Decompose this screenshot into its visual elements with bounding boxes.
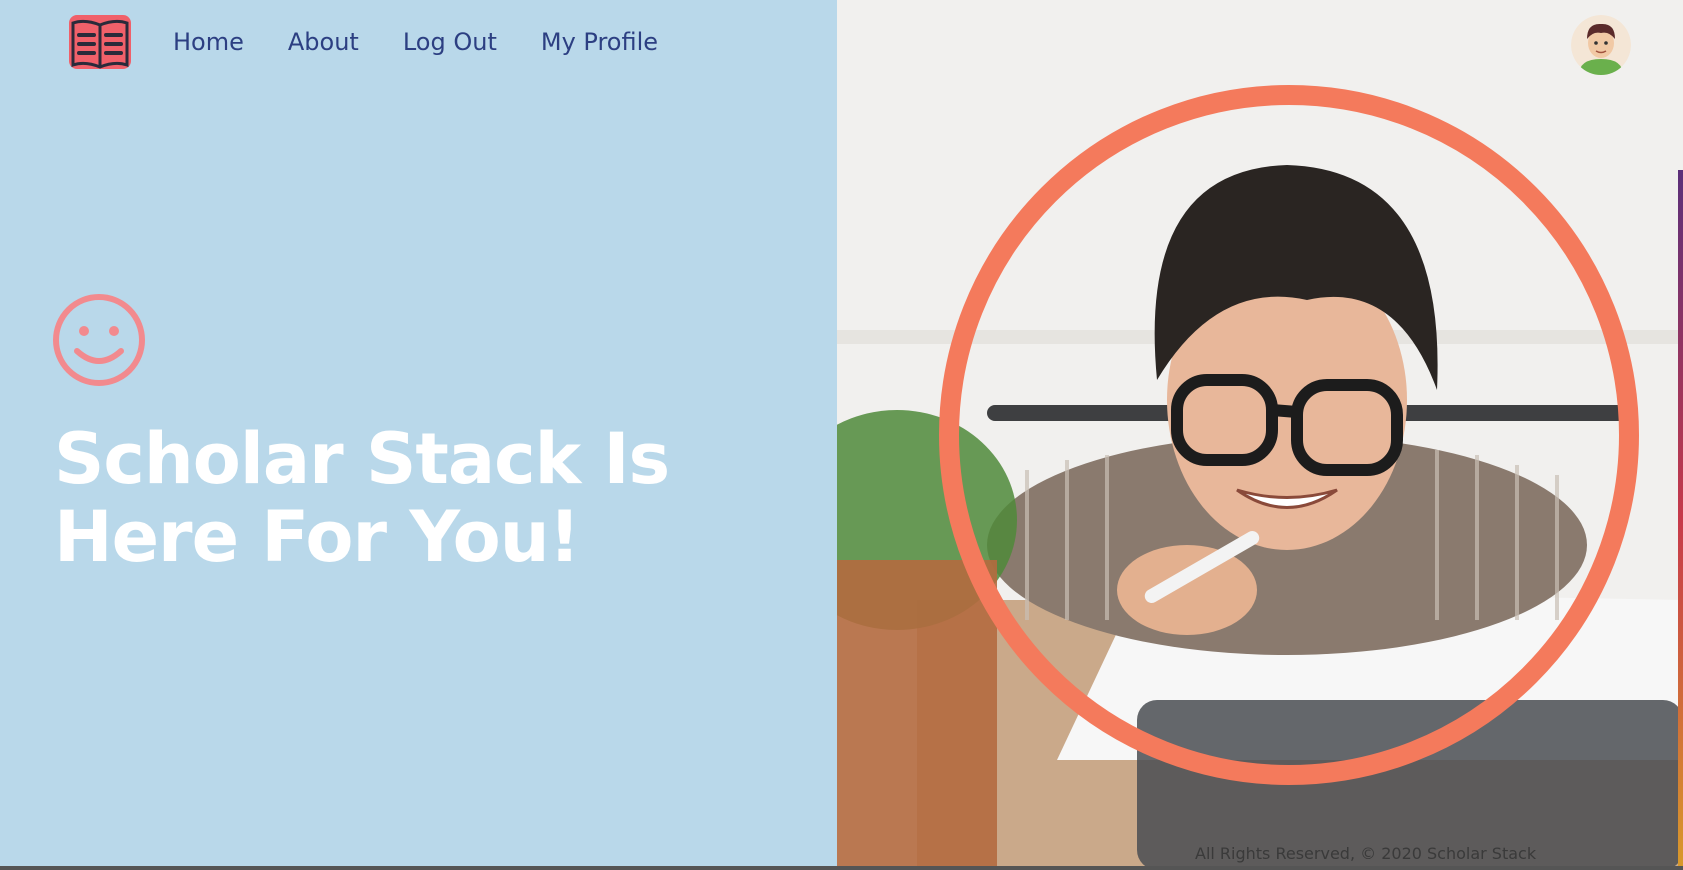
top-navigation: Home About Log Out My Profile: [67, 12, 702, 72]
nav-my-profile-link[interactable]: My Profile: [541, 28, 658, 56]
nav-logout-link[interactable]: Log Out: [403, 28, 497, 56]
smiley-face-icon: [53, 294, 145, 386]
open-book-icon[interactable]: [67, 13, 133, 71]
nav-about-link[interactable]: About: [288, 28, 359, 56]
nav-home-link[interactable]: Home: [173, 28, 244, 56]
window-edge-strip: [1678, 170, 1683, 870]
bottom-border: [0, 866, 1683, 870]
user-avatar-icon[interactable]: [1571, 15, 1631, 75]
child-photo-illustration: [837, 0, 1683, 870]
hero-title-line2: Here For You!: [54, 496, 581, 578]
hero-title-line1: Scholar Stack Is: [54, 418, 670, 500]
hero-photo: [837, 0, 1683, 870]
hero-title: Scholar Stack Is Here For You!: [54, 420, 774, 576]
footer-copyright: All Rights Reserved, © 2020 Scholar Stac…: [1195, 844, 1537, 863]
